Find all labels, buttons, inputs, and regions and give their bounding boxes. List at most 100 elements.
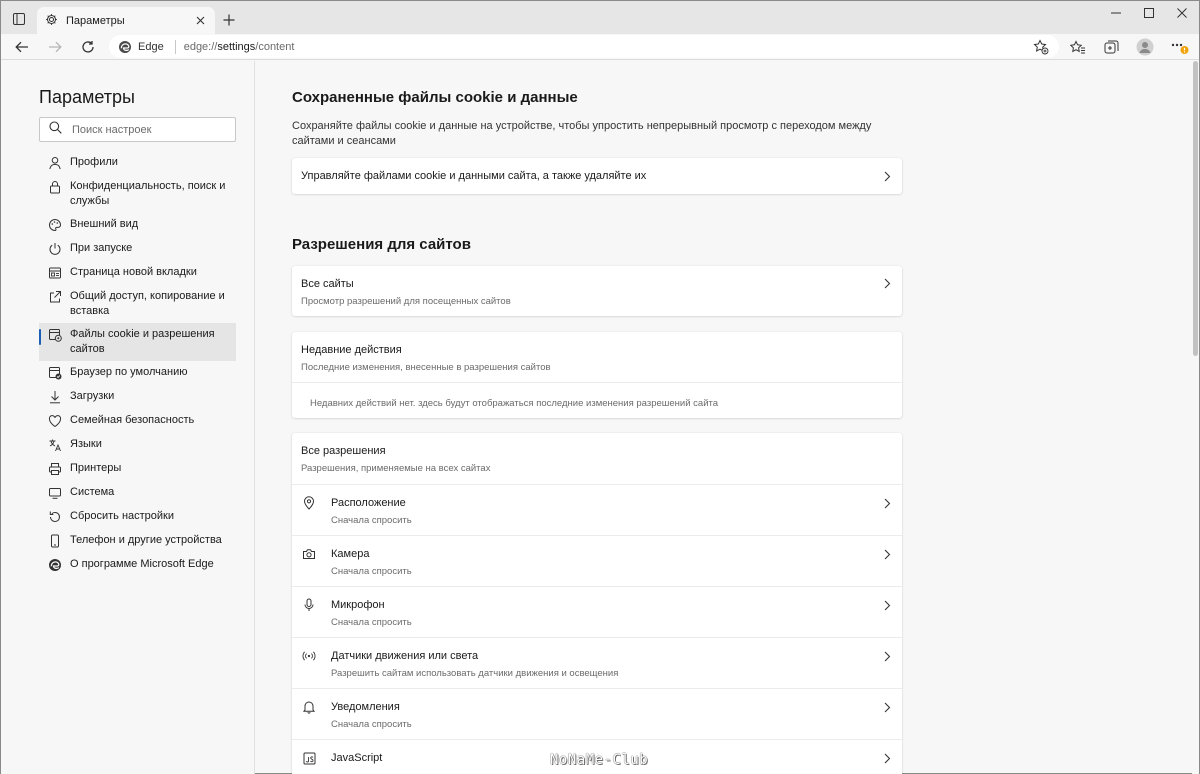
permission-camera[interactable]: Камера Сначала спросить <box>292 535 902 586</box>
maximize-button[interactable] <box>1131 1 1167 25</box>
manage-cookies-row[interactable]: Управляйте файлами cookie и данными сайт… <box>292 158 902 194</box>
all-permissions-card: Все разрешения Разрешения, применяемые н… <box>292 433 902 774</box>
all-permissions-header: Все разрешения Разрешения, применяемые н… <box>292 433 902 484</box>
refresh-button[interactable] <box>78 37 98 57</box>
back-button[interactable] <box>12 37 32 57</box>
divider <box>174 39 176 54</box>
favorites-button[interactable] <box>1068 37 1088 57</box>
add-favorite-icon[interactable] <box>1033 39 1049 55</box>
sidebar-item-label: Конфиденциальность, поиск и службы <box>70 180 226 207</box>
sidebar-item-label: О программе Microsoft Edge <box>70 558 214 570</box>
sidebar-item-about[interactable]: О программе Microsoft Edge <box>39 553 236 577</box>
all-sites-card[interactable]: Все сайты Просмотр разрешений для посеще… <box>292 266 902 316</box>
sidebar-item-share[interactable]: Общий доступ, копирование и вставка <box>39 285 236 323</box>
browser-window: Параметры Edge edge://settings/content П… <box>0 0 1200 774</box>
sidebar-item-cookies[interactable]: Файлы cookie и разрешения сайтов <box>39 323 236 361</box>
forward-button[interactable] <box>45 37 65 57</box>
settings-sidebar: Параметры Профили Конфиденциальность, по… <box>1 61 255 774</box>
sidebar-item-privacy[interactable]: Конфиденциальность, поиск и службы <box>39 175 236 213</box>
sidebar-item-phone[interactable]: Телефон и другие устройства <box>39 529 236 553</box>
sidebar-nav: Профили Конфиденциальность, поиск и служ… <box>39 151 236 577</box>
permission-subtitle: Сначала спросить <box>331 566 412 577</box>
more-icon <box>1171 43 1189 54</box>
printer-icon <box>47 461 62 476</box>
sidebar-item-label: Принтеры <box>70 462 122 474</box>
sidebar-item-newtab[interactable]: Страница новой вкладки <box>39 261 236 285</box>
javascript-icon <box>302 751 316 765</box>
search-box[interactable] <box>39 117 236 142</box>
tab-settings[interactable]: Параметры <box>37 7 215 34</box>
phone-icon <box>47 533 62 548</box>
sidebar-item-default-browser[interactable]: Браузер по умолчанию <box>39 361 236 385</box>
permission-title: Датчики движения или света <box>331 650 479 662</box>
sidebar-item-label: Телефон и другие устройства <box>70 534 222 546</box>
sidebar-item-label: Сбросить настройки <box>70 510 175 522</box>
collections-button[interactable] <box>1101 37 1121 57</box>
chevron-right-icon <box>882 752 892 764</box>
watermark: NoNaMe-Club <box>550 752 649 768</box>
site-identity-label: Edge <box>138 40 164 53</box>
scrollbar-thumb[interactable] <box>1193 61 1198 356</box>
sidebar-item-system[interactable]: Система <box>39 481 236 505</box>
avatar <box>1136 38 1154 56</box>
manage-cookies-label: Управляйте файлами cookie и данными сайт… <box>301 170 647 182</box>
all-sites-title: Все сайты <box>301 278 354 290</box>
reset-icon <box>47 509 62 524</box>
permissions-heading: Разрешения для сайтов <box>292 236 471 253</box>
close-window-button[interactable] <box>1164 1 1200 25</box>
default-browser-icon <box>47 365 62 380</box>
sidebar-item-downloads[interactable]: Загрузки <box>39 385 236 409</box>
sidebar-item-family[interactable]: Семейная безопасность <box>39 409 236 433</box>
sidebar-item-startup[interactable]: При запуске <box>39 237 236 261</box>
permission-subtitle: Сначала спросить <box>331 719 412 730</box>
sidebar-item-label: Браузер по умолчанию <box>70 366 188 378</box>
sidebar-item-label: Языки <box>70 438 102 450</box>
permission-location[interactable]: Расположение Сначала спросить <box>292 484 902 535</box>
recent-subtitle: Последние изменения, внесенные в разреше… <box>301 362 551 373</box>
cookies-heading: Сохраненные файлы cookie и данные <box>292 89 578 106</box>
collections-icon <box>1104 40 1118 53</box>
manage-cookies-card[interactable]: Управляйте файлами cookie и данными сайт… <box>292 158 902 194</box>
camera-icon <box>302 547 316 561</box>
download-icon <box>47 389 62 404</box>
permission-microphone[interactable]: Микрофон Сначала спросить <box>292 586 902 637</box>
permission-notifications[interactable]: Уведомления Сначала спросить <box>292 688 902 739</box>
scrollbar[interactable] <box>1192 61 1199 774</box>
permission-title: Камера <box>331 548 370 560</box>
chevron-right-icon <box>882 277 892 289</box>
new-tab-button[interactable] <box>219 10 239 30</box>
permission-title: Расположение <box>331 497 406 509</box>
address-bar[interactable]: Edge edge://settings/content <box>109 35 1059 58</box>
chevron-right-icon <box>882 599 892 611</box>
sidebar-item-reset[interactable]: Сбросить настройки <box>39 505 236 529</box>
settings-content: Сохраненные файлы cookie и данные Сохран… <box>256 61 1192 774</box>
close-icon[interactable] <box>193 14 207 28</box>
sensors-icon <box>302 649 316 663</box>
settings-page: Параметры Профили Конфиденциальность, по… <box>1 61 1199 774</box>
chevron-right-icon <box>882 701 892 713</box>
permission-sensors[interactable]: Датчики движения или света Разрешить сай… <box>292 637 902 688</box>
sidebar-item-label: Файлы cookie и разрешения сайтов <box>70 328 215 355</box>
divider <box>292 382 902 383</box>
settings-and-more-button[interactable] <box>1170 37 1190 57</box>
sidebar-item-appearance[interactable]: Внешний вид <box>39 213 236 237</box>
search-input[interactable] <box>72 123 222 136</box>
newtab-page-icon <box>47 265 62 280</box>
search-icon <box>49 120 62 139</box>
sidebar-item-label: При запуске <box>70 242 133 254</box>
all-permissions-title: Все разрешения <box>301 445 386 457</box>
chevron-right-icon <box>882 497 892 509</box>
minimize-button[interactable] <box>1098 1 1134 25</box>
all-sites-subtitle: Просмотр разрешений для посещенных сайто… <box>301 296 511 307</box>
sidebar-item-printers[interactable]: Принтеры <box>39 457 236 481</box>
sidebar-item-languages[interactable]: Языки <box>39 433 236 457</box>
microphone-icon <box>302 598 316 612</box>
url-text: edge://settings/content <box>183 40 295 53</box>
tab-actions-icon[interactable] <box>9 9 29 29</box>
minimize-icon <box>1111 12 1121 14</box>
permission-title: JavaScript <box>331 752 383 764</box>
chevron-right-icon <box>882 548 892 560</box>
sidebar-item-profiles[interactable]: Профили <box>39 151 236 175</box>
language-icon <box>47 437 62 452</box>
profile-button[interactable] <box>1135 37 1155 57</box>
